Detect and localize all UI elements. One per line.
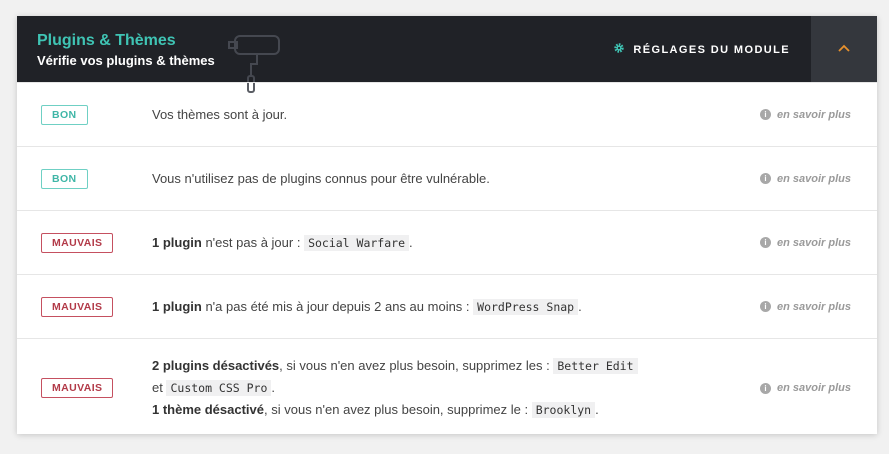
message-strong: 2 plugins désactivés <box>152 358 280 373</box>
message-end: . <box>595 402 599 417</box>
message-text: et <box>152 380 167 395</box>
info-icon: i <box>760 301 772 312</box>
check-message: 1 plugin n'est pas à jour : Social Warfa… <box>152 232 642 254</box>
check-message: 2 plugins désactivés, si vous n'en avez … <box>152 355 642 421</box>
learn-more-label: en savoir plus <box>777 300 851 313</box>
check-row-outdated-plugin: MAUVAIS 1 plugin n'est pas à jour : Soci… <box>17 210 877 274</box>
learn-more-link[interactable]: i en savoir plus <box>760 173 851 185</box>
message-strong: 1 thème désactivé <box>152 402 265 417</box>
learn-more-link[interactable]: i en savoir plus <box>760 382 851 394</box>
check-row-themes: BON Vos thèmes sont à jour. i en savoir … <box>17 82 877 146</box>
panel-title: Plugins & Thèmes <box>37 32 176 49</box>
message-text: n'est pas à jour : <box>201 234 305 250</box>
message-text: , si vous n'en avez plus besoin, supprim… <box>279 358 554 373</box>
message-end: . <box>578 298 582 314</box>
check-message: 1 plugin n'a pas été mis à jour depuis 2… <box>152 296 642 318</box>
learn-more-link[interactable]: i en savoir plus <box>760 237 851 249</box>
info-icon: i <box>760 173 772 184</box>
status-badge-good: BON <box>41 104 88 125</box>
status-badge-bad: MAUVAIS <box>41 232 114 253</box>
check-row-vulnerable-plugins: BON Vous n'utilisez pas de plugins connu… <box>17 146 877 210</box>
info-icon: i <box>760 109 772 120</box>
message-end: . <box>409 234 413 250</box>
status-badge-good: BON <box>41 168 88 189</box>
module-settings-link[interactable]: RÉGLAGES DU MODULE <box>613 42 790 57</box>
check-row-deactivated-items: MAUVAIS 2 plugins désactivés, si vous n'… <box>17 338 877 437</box>
plugin-name-code: Custom CSS Pro <box>166 380 272 396</box>
message-strong: 1 plugin <box>152 234 202 250</box>
message-text: Vos thèmes sont à jour. <box>152 107 288 122</box>
message-text: n'a pas été mis à jour depuis 2 ans au m… <box>201 298 474 314</box>
status-badge-bad: MAUVAIS <box>41 296 114 317</box>
learn-more-label: en savoir plus <box>777 236 851 249</box>
plugin-name-code: WordPress Snap <box>473 298 579 315</box>
panel-subtitle: Vérifie vos plugins & thèmes <box>37 53 215 68</box>
message-text: Vous n'utilisez pas de plugins connus po… <box>152 171 490 186</box>
panel-header: Plugins & Thèmes Vérifie vos plugins & t… <box>17 16 877 93</box>
check-message: Vos thèmes sont à jour. <box>152 104 642 125</box>
module-settings-label: RÉGLAGES DU MODULE <box>633 43 790 56</box>
learn-more-label: en savoir plus <box>777 382 851 394</box>
plugin-name-code: Social Warfare <box>304 234 409 251</box>
message-text: , si vous n'en avez plus besoin, supprim… <box>264 402 532 417</box>
message-end: . <box>271 380 276 395</box>
info-icon: i <box>760 382 772 394</box>
message-strong: 1 plugin <box>152 298 202 314</box>
status-badge-bad: MAUVAIS <box>41 378 114 398</box>
check-row-abandoned-plugin: MAUVAIS 1 plugin n'a pas été mis à jour … <box>17 274 877 338</box>
learn-more-label: en savoir plus <box>777 108 851 121</box>
check-message: Vous n'utilisez pas de plugins connus po… <box>152 168 642 189</box>
theme-name-code: Brooklyn <box>531 402 596 418</box>
learn-more-link[interactable]: i en savoir plus <box>760 301 851 313</box>
chevron-up-icon <box>837 40 851 58</box>
learn-more-link[interactable]: i en savoir plus <box>760 109 851 121</box>
info-icon: i <box>760 237 772 248</box>
gear-icon <box>613 42 625 57</box>
learn-more-label: en savoir plus <box>777 172 851 185</box>
collapse-toggle-button[interactable] <box>811 16 877 82</box>
plugin-name-code: Better Edit <box>553 358 638 374</box>
plugins-themes-panel: Plugins & Thèmes Vérifie vos plugins & t… <box>17 16 877 434</box>
